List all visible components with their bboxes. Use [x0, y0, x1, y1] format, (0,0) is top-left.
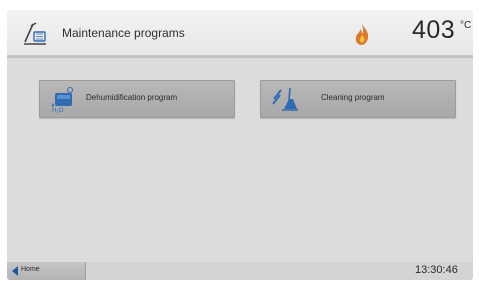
svg-text:H₂O: H₂O — [52, 108, 64, 113]
broom-icon — [272, 87, 298, 111]
home-button[interactable]: Home — [7, 262, 86, 280]
cleaning-program-label: Cleaning program — [321, 93, 385, 102]
home-label: Home — [21, 266, 40, 273]
flame-icon — [355, 24, 369, 45]
temperature-value: 403 — [412, 16, 456, 44]
page-title: Maintenance programs — [62, 26, 185, 40]
dehumidification-icon: H₂O — [52, 87, 73, 113]
cleaning-program-button[interactable]: Cleaning program — [260, 80, 456, 118]
temperature-unit: °C — [460, 20, 472, 31]
header-divider — [7, 56, 473, 58]
footer-bar: Home 13:30:46 — [7, 262, 473, 280]
touchscreen: Maintenance programs 403 °C H₂O Dehumidi… — [7, 10, 473, 280]
maintenance-wrench-icon — [24, 22, 46, 45]
header-bar: Maintenance programs 403 °C — [7, 10, 473, 56]
back-arrow-icon — [12, 266, 18, 276]
clock: 13:30:46 — [415, 264, 458, 276]
dehumidification-program-label: Dehumidification program — [86, 93, 178, 102]
dehumidification-program-button[interactable]: H₂O Dehumidification program — [39, 80, 235, 118]
